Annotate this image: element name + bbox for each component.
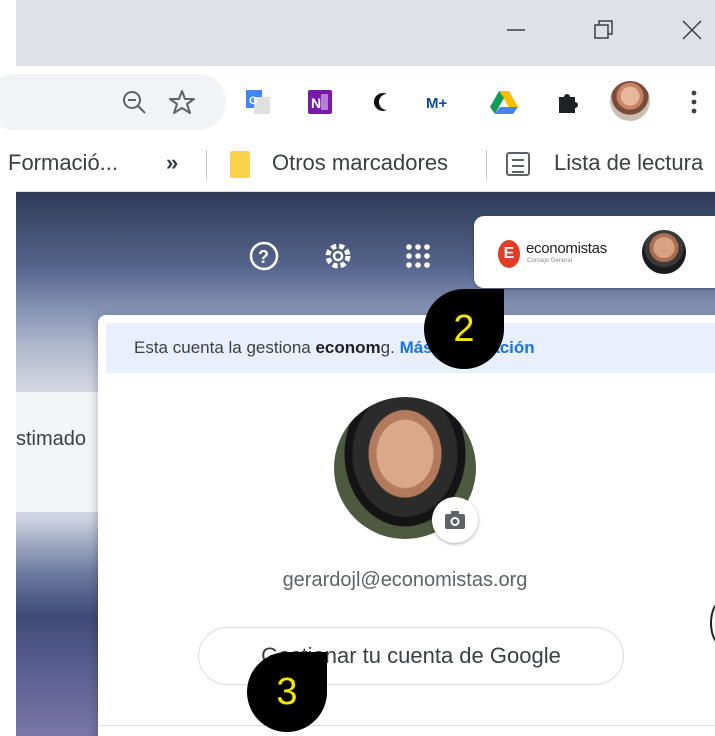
change-photo-button[interactable] — [432, 497, 478, 543]
restore-button[interactable] — [582, 8, 626, 52]
account-popup: Esta cuenta la gestiona economg. Más inf… — [98, 315, 715, 736]
minimize-icon — [507, 29, 525, 31]
extensions-puzzle-icon — [559, 94, 578, 113]
svg-text:G: G — [249, 95, 258, 107]
reading-list-button[interactable]: Lista de lectura — [554, 150, 703, 176]
settings-button[interactable] — [318, 236, 358, 276]
account-switcher-chip[interactable]: E economistas Consejo General — [474, 216, 715, 288]
bookmark-separator — [206, 150, 207, 180]
organization-subtitle: Consejo General — [527, 258, 573, 264]
step-marker-3: 3 — [247, 652, 327, 732]
partial-message-text: stimado — [16, 428, 87, 450]
browser-toolbar: G N M+ — [0, 66, 715, 138]
bookmark-star-button[interactable] — [164, 84, 200, 120]
step-marker-2: 2 — [424, 289, 504, 369]
extensions-button[interactable] — [550, 84, 586, 120]
onenote-extension[interactable]: N — [302, 84, 338, 120]
zoom-out-icon — [123, 91, 146, 114]
movistar-plus-extension[interactable]: M+ — [424, 84, 460, 120]
bookmarks-bar: Formació... » Otros marcadores Lista de … — [8, 138, 715, 192]
folder-icon — [230, 151, 250, 178]
apps-grid-icon — [406, 244, 430, 268]
managed-org: econom — [315, 338, 381, 357]
account-avatar[interactable] — [642, 230, 686, 274]
message-preview-strip — [16, 392, 100, 512]
more-menu-icon — [691, 90, 697, 114]
close-icon — [682, 20, 702, 40]
settings-gear-icon — [325, 243, 351, 269]
managed-account-banner: Esta cuenta la gestiona economg. Más inf… — [106, 323, 715, 373]
close-button[interactable] — [670, 8, 714, 52]
omnibox[interactable] — [0, 74, 226, 130]
zoom-out-button[interactable] — [116, 84, 152, 120]
popup-divider — [98, 725, 715, 726]
google-translate-icon: G — [246, 90, 270, 114]
other-bookmarks-folder[interactable]: Otros marcadores — [272, 150, 448, 176]
restore-icon — [594, 20, 613, 39]
help-button[interactable]: ? — [244, 236, 284, 276]
account-email: gerardojl@economistas.org — [282, 569, 528, 591]
svg-text:N: N — [311, 95, 321, 111]
organization-name: economistas — [526, 240, 607, 257]
google-drive-extension[interactable] — [486, 84, 522, 120]
title-bar — [16, 0, 715, 66]
apps-button[interactable] — [398, 236, 438, 276]
onenote-icon: N — [308, 90, 332, 114]
organization-logo: E — [498, 240, 520, 268]
google-drive-icon — [490, 91, 518, 114]
camera-icon — [445, 511, 465, 529]
profile-avatar[interactable] — [610, 81, 650, 121]
managed-suffix: g. — [380, 338, 400, 357]
dark-mode-moon-icon — [373, 93, 387, 111]
help-icon: ? — [249, 241, 279, 271]
bookmarks-overflow-chevron[interactable]: » — [166, 150, 178, 176]
dark-mode-extension[interactable] — [366, 84, 402, 120]
svg-text:?: ? — [258, 247, 269, 267]
movistar-plus-icon: M+ — [426, 95, 447, 112]
minimize-button[interactable] — [494, 8, 538, 52]
svg-text:M+: M+ — [426, 95, 447, 112]
bookmark-separator — [486, 150, 487, 180]
bookmark-formacio[interactable]: Formació... — [8, 150, 118, 176]
star-bookmark-icon — [169, 90, 195, 114]
google-translate-extension[interactable]: G — [240, 84, 276, 120]
reading-list-icon — [506, 152, 530, 176]
more-menu-button[interactable] — [676, 84, 712, 120]
managed-prefix: Esta cuenta la gestiona — [134, 338, 316, 357]
